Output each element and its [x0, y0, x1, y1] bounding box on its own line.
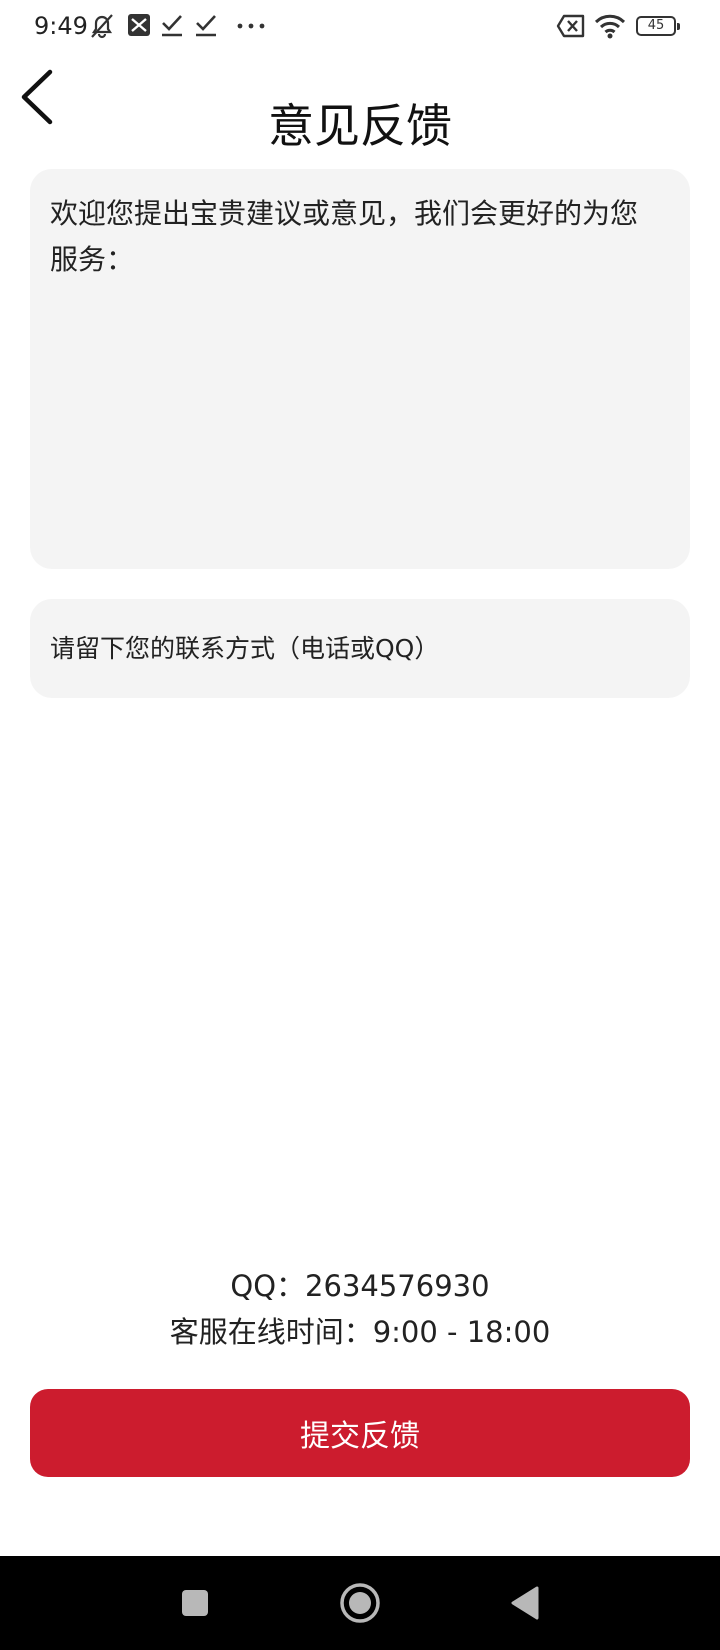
app-notification-icon — [126, 12, 152, 42]
more-icon — [236, 12, 266, 42]
status-bar: 9:49 45 — [0, 0, 720, 54]
contact-box — [30, 599, 690, 698]
battery-icon: 45 — [636, 16, 680, 36]
muted-bell-icon — [88, 12, 116, 44]
feedback-box — [30, 169, 690, 569]
contact-input[interactable] — [30, 599, 690, 698]
wifi-icon — [594, 12, 626, 44]
home-button[interactable] — [315, 1556, 405, 1650]
navigation-bar — [0, 1556, 720, 1650]
qq-contact: QQ：2634576930 — [230, 1269, 490, 1303]
check-icon — [160, 12, 184, 42]
nav-back-button[interactable] — [480, 1556, 570, 1650]
status-time: 9:49 — [34, 12, 88, 40]
page-title: 意见反馈 — [268, 98, 452, 153]
service-hours: 客服在线时间：9:00 - 18:00 — [169, 1315, 551, 1349]
no-sim-icon — [556, 14, 586, 42]
check-icon — [194, 12, 218, 42]
submit-feedback-button[interactable]: 提交反馈 — [30, 1389, 690, 1477]
recent-apps-button[interactable] — [150, 1556, 240, 1650]
feedback-input[interactable] — [30, 169, 690, 569]
